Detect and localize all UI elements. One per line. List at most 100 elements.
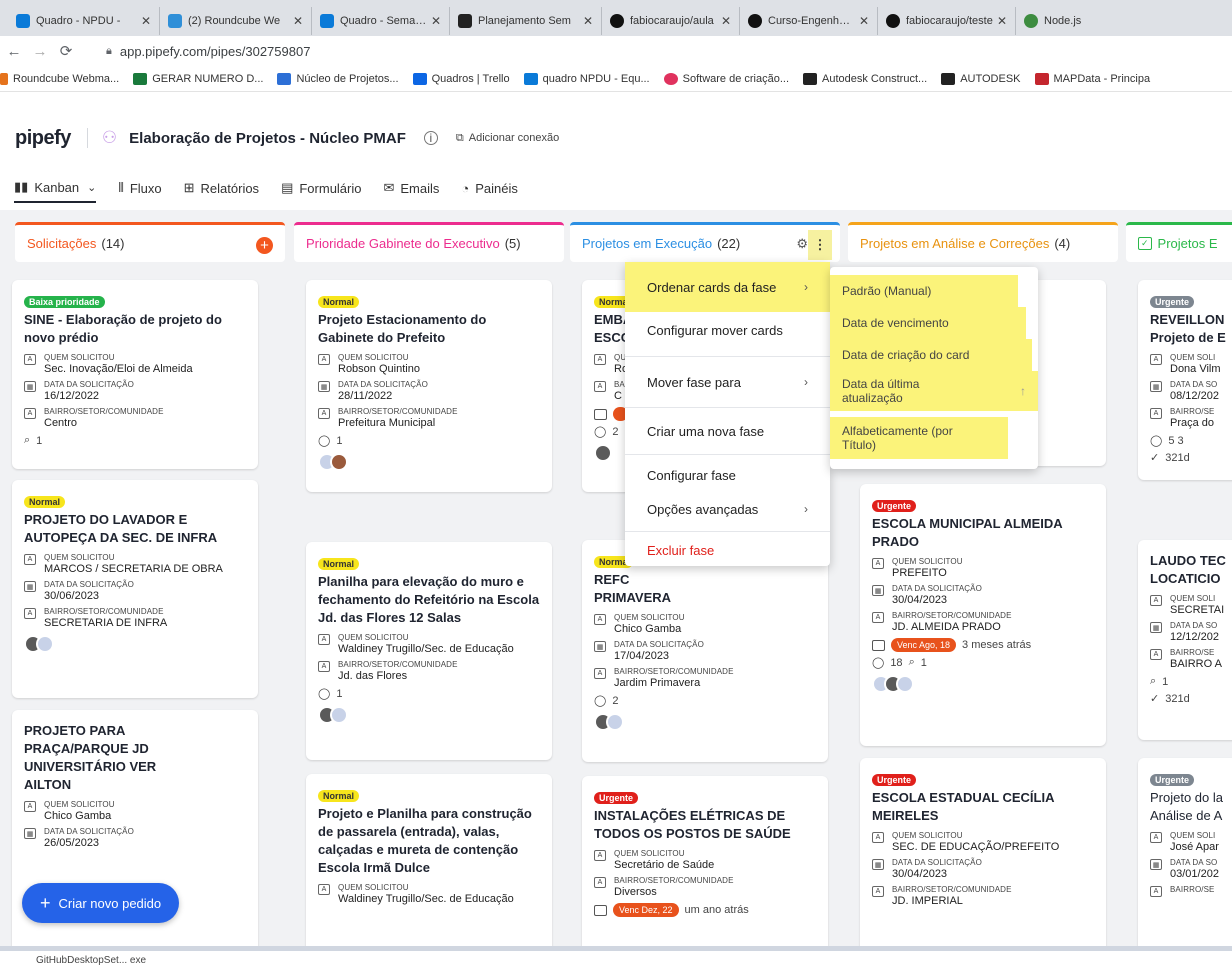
add-connection-button[interactable]: ⧉ Adicionar conexão: [456, 132, 559, 145]
browser-tab-strip: Quadro - NPDU - ✕ (2) Roundcube We ✕ Quadr…: [0, 0, 1232, 36]
attachment-icon: ⌕: [1150, 675, 1157, 687]
card-meta: ⌕ 1: [24, 434, 43, 447]
bookmark-item[interactable]: MAPData - Principa: [1034, 72, 1150, 85]
menu-item-delete-phase[interactable]: Excluir fase: [625, 532, 830, 568]
card[interactable]: Normal PROJETO DO LAVADOR E AUTOPEÇA DA …: [12, 480, 258, 698]
browser-tab[interactable]: Quadro - Semana ✕: [312, 7, 450, 35]
calendar-icon: ▦: [594, 641, 606, 652]
menu-item-configure-move[interactable]: Configurar mover cards: [625, 312, 830, 348]
tab-fluxo[interactable]: ⫴ Fluxo: [118, 173, 161, 203]
calendar-icon: ▦: [24, 581, 36, 592]
bookmark-item[interactable]: quadro NPDU - Equ...: [523, 72, 650, 85]
text-field-icon: A: [24, 608, 36, 619]
close-tab-icon[interactable]: ✕: [293, 14, 303, 28]
pipefy-logo[interactable]: pipefy: [15, 127, 71, 150]
back-arrow-icon[interactable]: ←: [4, 43, 24, 60]
taskbar-download-item[interactable]: GitHubDesktopSet... exe: [36, 955, 146, 966]
card[interactable]: Normal Planilha para elevação do muro e …: [306, 542, 552, 760]
bookmark-item[interactable]: Núcleo de Projetos...: [277, 72, 399, 85]
card[interactable]: Baixa prioridade SINE - Elaboração de pr…: [12, 280, 258, 469]
more-options-button[interactable]: ⋮: [808, 230, 832, 260]
card-field: A QUEM SOLI Dona Vilm: [1150, 353, 1232, 375]
add-card-button[interactable]: +: [256, 237, 273, 254]
priority-badge: Urgente: [872, 500, 917, 512]
bookmark-item[interactable]: Roundcube Webma...: [0, 72, 119, 85]
bookmark-icon: [523, 72, 538, 85]
info-icon[interactable]: i: [423, 131, 438, 145]
card[interactable]: Urgente REVEILLON Projeto de E A QUEM SOLI…: [1138, 280, 1232, 480]
card[interactable]: Normal Projeto e Planilha para construçã…: [306, 774, 552, 946]
forward-arrow-icon[interactable]: →: [30, 43, 50, 60]
card[interactable]: LAUDO TEC LOCATICIO A QUEM SOLI SECRETAI ▦ D…: [1138, 540, 1232, 740]
sort-option-due-date[interactable]: Data de vencimento: [830, 307, 1026, 339]
assignees: [872, 675, 1094, 693]
comment-icon: ◯: [1150, 435, 1163, 447]
bookmark-item[interactable]: AUTODESK: [941, 72, 1021, 85]
app-header: pipefy ⚇ Elaboração de Projetos - Núcleo…: [0, 118, 559, 158]
sort-option-alphabetical[interactable]: Alfabeticamente (por Título): [830, 417, 1008, 459]
avatar[interactable]: [606, 713, 624, 731]
url-field[interactable]: app.pipefy.com/pipes/302759807: [120, 44, 311, 59]
card-field: A QUEM SOLICITOU PREFEITO: [872, 557, 1094, 579]
close-tab-icon[interactable]: ✕: [141, 14, 151, 28]
close-tab-icon[interactable]: ✕: [721, 14, 731, 28]
close-tab-icon[interactable]: ✕: [583, 14, 593, 28]
menu-item-sort-cards[interactable]: Ordenar cards da fase ›: [625, 262, 830, 312]
close-tab-icon[interactable]: ✕: [997, 14, 1007, 28]
bookmark-item[interactable]: Quadros | Trello: [412, 72, 510, 85]
tab-emails[interactable]: ✉ Emails: [383, 173, 439, 203]
sort-option-created[interactable]: Data de criação do card: [830, 339, 1032, 371]
dashboard-icon: ◔: [461, 180, 470, 196]
reload-icon[interactable]: ⟳: [56, 42, 76, 60]
avatar[interactable]: [36, 635, 54, 653]
calendar-icon: ▦: [872, 585, 884, 596]
avatar[interactable]: [594, 444, 612, 462]
card[interactable]: Norma REFC PRIMAVERA A QUEM SOLICITOU Chico…: [582, 540, 828, 762]
tab-relatorios[interactable]: ⊞ Relatórios: [184, 173, 259, 203]
avatar[interactable]: [896, 675, 914, 693]
browser-tab[interactable]: Planejamento Sem ✕: [450, 7, 602, 35]
bookmark-item[interactable]: GERAR NUMERO D...: [133, 72, 263, 85]
card[interactable]: Urgente INSTALAÇÕES ELÉTRICAS DE TODOS O…: [582, 776, 828, 946]
calendar-icon: ▦: [1150, 622, 1162, 633]
menu-item-create-phase[interactable]: Criar uma nova fase: [625, 408, 830, 454]
bookmark-item[interactable]: Autodesk Construct...: [803, 72, 927, 85]
page-title[interactable]: Elaboração de Projetos - Núcleo PMAF: [129, 130, 406, 147]
phase-header[interactable]: Projetos em Execução (22) ⚙ ⋮: [570, 222, 840, 262]
due-date-badge: Venc Dez, 22: [613, 903, 679, 917]
sort-option-manual[interactable]: Padrão (Manual): [830, 275, 1018, 307]
bookmark-item[interactable]: Software de criação...: [663, 72, 789, 85]
phase-header[interactable]: Projetos em Análise e Correções (4): [848, 222, 1118, 262]
create-request-button[interactable]: + Criar novo pedido: [22, 883, 180, 923]
browser-tab[interactable]: Quadro - NPDU - ✕: [8, 7, 160, 35]
tab-paineis[interactable]: ◔ Painéis: [461, 173, 518, 203]
card[interactable]: Urgente ESCOLA ESTADUAL CECÍLIA MEIRELES…: [860, 758, 1106, 946]
phase-header[interactable]: ✓ Projetos E: [1126, 222, 1232, 262]
browser-tab[interactable]: Node.js: [1016, 7, 1154, 35]
menu-item-move-phase[interactable]: Mover fase para ›: [625, 357, 830, 407]
phase-header[interactable]: Solicitações (14) +: [15, 222, 285, 262]
avatar[interactable]: [330, 453, 348, 471]
browser-tab[interactable]: fabiocaraujo/aula ✕: [602, 7, 740, 35]
avatar[interactable]: [330, 706, 348, 724]
text-field-icon: A: [872, 886, 884, 897]
gear-icon[interactable]: ⚙: [796, 236, 808, 252]
card[interactable]: Normal Projeto Estacionamento do Gabinet…: [306, 280, 552, 492]
close-tab-icon[interactable]: ✕: [431, 14, 441, 28]
browser-tab[interactable]: (2) Roundcube We ✕: [160, 7, 312, 35]
check-icon: ✓: [1150, 693, 1160, 705]
text-field-icon: A: [318, 884, 330, 895]
card-field: A QUEM SOLICITOU Chico Gamba: [594, 613, 816, 635]
browser-tab[interactable]: Curso-Engenheiro ✕: [740, 7, 878, 35]
bookmark-icon: [277, 72, 292, 85]
tab-formulario[interactable]: ▤ Formulário: [281, 173, 361, 203]
card[interactable]: Urgente Projeto do la Análise de A A QUEM …: [1138, 758, 1232, 946]
tab-kanban[interactable]: ▮▮ Kanban ⌄: [14, 173, 97, 203]
close-tab-icon[interactable]: ✕: [859, 14, 869, 28]
sort-option-updated[interactable]: Data da última atualização ↑: [830, 371, 1038, 411]
menu-item-advanced-options[interactable]: Opções avançadas ›: [625, 495, 830, 523]
card[interactable]: Urgente ESCOLA MUNICIPAL ALMEIDA PRADO A…: [860, 484, 1106, 746]
phase-header[interactable]: Prioridade Gabinete do Executivo (5): [294, 222, 564, 262]
menu-item-configure-phase[interactable]: Configurar fase: [625, 455, 830, 495]
browser-tab[interactable]: fabiocaraujo/teste ✕: [878, 7, 1016, 35]
